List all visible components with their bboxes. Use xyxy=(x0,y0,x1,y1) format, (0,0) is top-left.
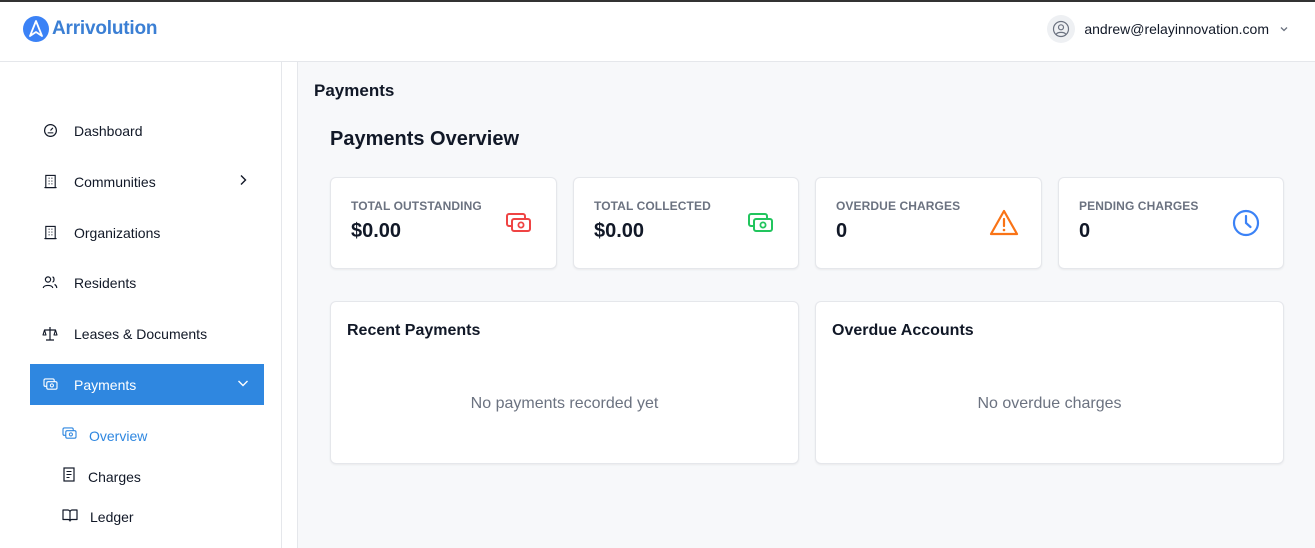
recent-payments-panel: Recent Payments No payments recorded yet xyxy=(330,301,799,464)
money-icon xyxy=(62,427,77,445)
empty-state-text: No payments recorded yet xyxy=(470,395,659,412)
overdue-accounts-panel: Overdue Accounts No overdue charges xyxy=(815,301,1284,464)
stat-card-total-collected: TOTAL COLLECTED $0.00 xyxy=(573,177,799,269)
clock-icon xyxy=(1232,209,1260,237)
sidebar-item-label: Dashboard xyxy=(74,122,143,139)
sidebar-item-label: Organizations xyxy=(74,224,161,241)
users-icon xyxy=(42,275,58,291)
user-email: andrew@relayinnovation.com xyxy=(1084,21,1269,37)
page-breadcrumb: Payments xyxy=(314,81,395,100)
stat-label: TOTAL COLLECTED xyxy=(594,199,711,213)
stat-card-overdue-charges: OVERDUE CHARGES 0 xyxy=(815,177,1042,269)
stat-label: PENDING CHARGES xyxy=(1079,199,1199,213)
stat-value: $0.00 xyxy=(351,220,402,242)
arrivolution-logo-icon xyxy=(23,16,49,42)
top-bar: Arrivolution andrew@relayinnovation.com xyxy=(0,0,1315,62)
sidebar-subitem-charges[interactable]: Charges xyxy=(50,461,264,493)
stat-label: TOTAL OUTSTANDING xyxy=(351,199,482,213)
sidebar-item-communities[interactable]: Communities xyxy=(30,161,264,202)
sidebar-item-label: Payments xyxy=(74,376,137,393)
stat-value: 0 xyxy=(836,220,848,242)
sidebar-item-residents[interactable]: Residents xyxy=(30,262,264,303)
sidebar-subitem-label: Ledger xyxy=(90,509,134,525)
sidebar: Dashboard Communities Organizations Resi… xyxy=(0,62,282,548)
building-icon xyxy=(42,174,58,190)
stat-value: $0.00 xyxy=(594,220,645,242)
sidebar-subitem-label: Charges xyxy=(88,469,141,485)
panel-title: Recent Payments xyxy=(347,322,481,339)
user-avatar-icon xyxy=(1047,15,1076,43)
book-icon xyxy=(62,508,78,527)
chevron-right-icon xyxy=(236,173,250,192)
sidebar-item-dashboard[interactable]: Dashboard xyxy=(30,110,264,151)
stat-value: 0 xyxy=(1079,220,1091,242)
sidebar-item-label: Communities xyxy=(74,173,156,190)
sidebar-divider xyxy=(282,62,298,548)
money-icon xyxy=(506,213,531,232)
sidebar-subitem-label: Overview xyxy=(89,428,148,444)
stat-card-total-outstanding: TOTAL OUTSTANDING $0.00 xyxy=(330,177,557,269)
panel-title: Overdue Accounts xyxy=(832,322,974,339)
sidebar-item-payments[interactable]: Payments xyxy=(30,364,264,405)
sidebar-subitem-overview[interactable]: Overview xyxy=(50,420,264,452)
chevron-down-icon xyxy=(1279,24,1289,34)
user-menu[interactable]: andrew@relayinnovation.com xyxy=(1047,15,1289,43)
empty-state-text: No overdue charges xyxy=(977,395,1122,412)
scale-icon xyxy=(42,326,58,342)
chevron-down-icon xyxy=(236,376,250,395)
gauge-icon xyxy=(42,123,58,139)
receipt-icon xyxy=(62,467,76,487)
sidebar-item-label: Leases & Documents xyxy=(74,325,208,342)
page-title: Payments Overview xyxy=(330,128,519,150)
money-icon xyxy=(748,213,773,232)
stat-card-pending-charges: PENDING CHARGES 0 xyxy=(1058,177,1284,269)
stat-label: OVERDUE CHARGES xyxy=(836,199,961,213)
logo[interactable]: Arrivolution xyxy=(23,16,157,42)
app-name: Arrivolution xyxy=(52,18,158,39)
sidebar-item-label: Residents xyxy=(74,274,137,291)
warning-icon xyxy=(989,209,1019,236)
sidebar-item-organizations[interactable]: Organizations xyxy=(30,212,264,253)
building-icon xyxy=(42,225,58,241)
money-icon xyxy=(42,377,58,393)
sidebar-item-leases-documents[interactable]: Leases & Documents xyxy=(30,313,264,354)
sidebar-subitem-ledger[interactable]: Ledger xyxy=(50,501,264,533)
